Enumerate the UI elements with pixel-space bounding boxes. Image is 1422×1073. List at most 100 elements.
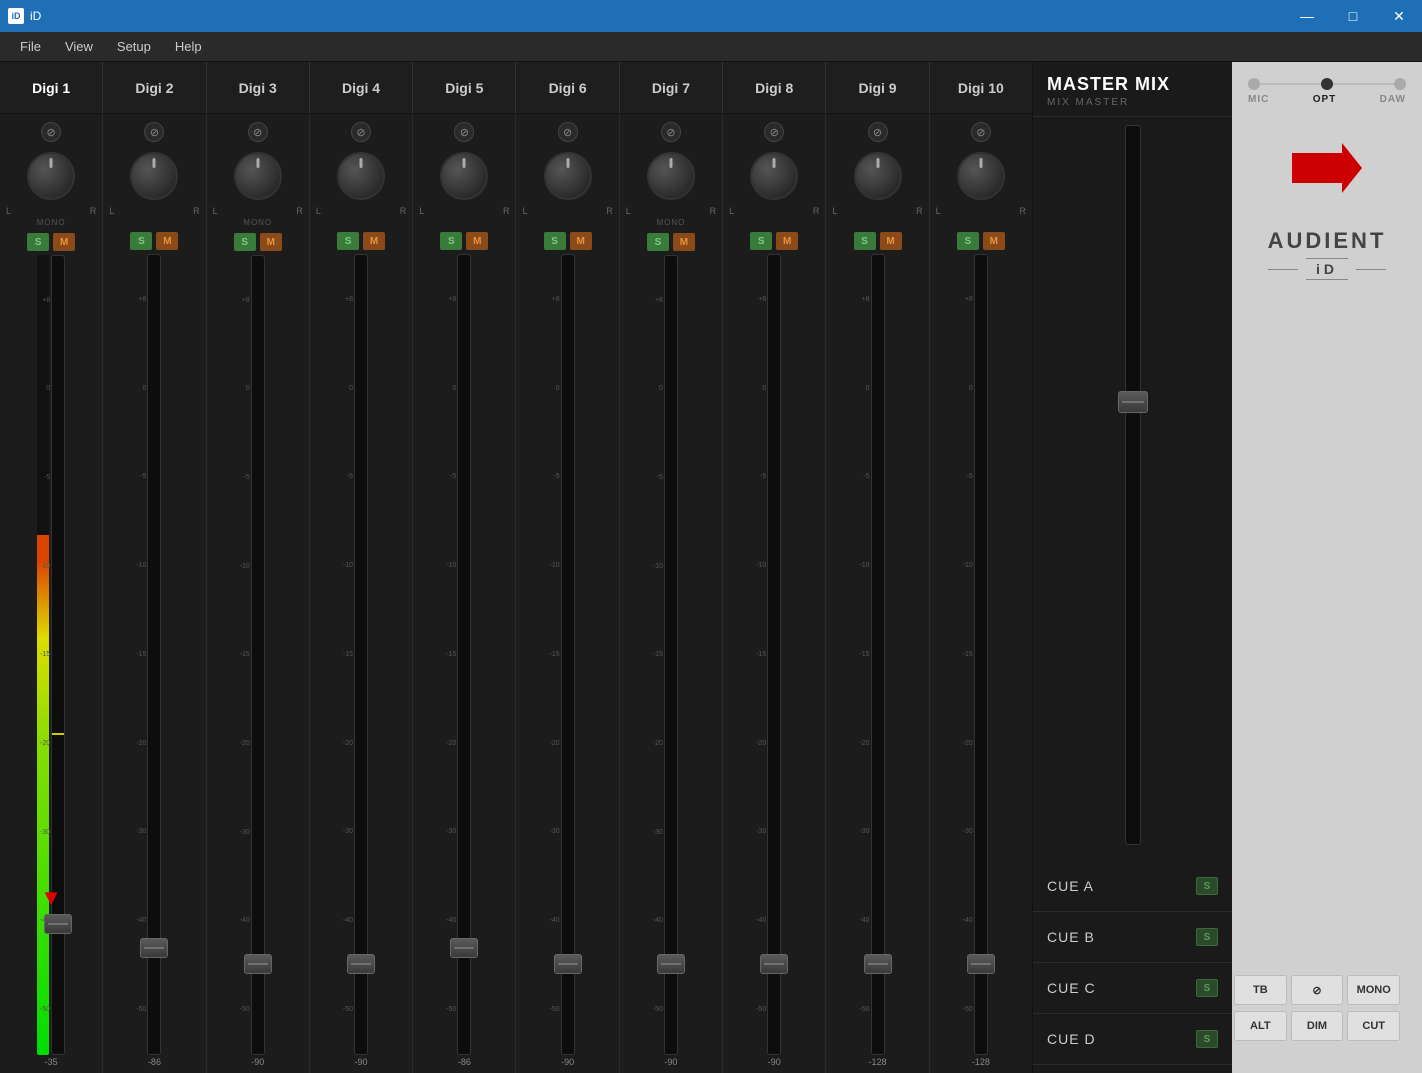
mute-btn-1[interactable]: M bbox=[53, 233, 75, 251]
scale-marks-5: +80-5-10-15-20-30-40-50 bbox=[442, 255, 456, 1054]
mode-label-daw[interactable]: DAW bbox=[1380, 94, 1406, 105]
cut-button[interactable]: CUT bbox=[1347, 1011, 1400, 1041]
solo-btn-7[interactable]: S bbox=[647, 233, 669, 251]
menu-setup[interactable]: Setup bbox=[105, 35, 163, 58]
fader-area-8: +80-5-10-15-20-30-40-50 bbox=[723, 254, 825, 1055]
master-fader-handle[interactable] bbox=[1118, 391, 1148, 413]
cue-s-btn-1[interactable]: S bbox=[1196, 877, 1218, 895]
solo-btn-2[interactable]: S bbox=[130, 232, 152, 250]
mute-btn-4[interactable]: M bbox=[363, 232, 385, 250]
cue-label-3: CUE C bbox=[1047, 980, 1096, 996]
mute-btn-7[interactable]: M bbox=[673, 233, 695, 251]
mono-label-3[interactable]: MONO bbox=[243, 218, 272, 227]
fader-handle-4[interactable] bbox=[347, 954, 375, 974]
knob-8[interactable] bbox=[750, 152, 798, 200]
mute-btn-2[interactable]: M bbox=[156, 232, 178, 250]
knob-5[interactable] bbox=[440, 152, 488, 200]
phase-btn-3[interactable]: ⊘ bbox=[248, 122, 268, 142]
scale-mark: +8 bbox=[36, 297, 50, 304]
solo-btn-6[interactable]: S bbox=[544, 232, 566, 250]
solo-btn-3[interactable]: S bbox=[234, 233, 256, 251]
handle-line bbox=[454, 948, 474, 949]
right-panel: MIC OPT DAW AUDIENT iD TB bbox=[1232, 62, 1422, 1073]
red-arrow-icon bbox=[1292, 143, 1362, 193]
mute-btn-5[interactable]: M bbox=[466, 232, 488, 250]
menu-view[interactable]: View bbox=[53, 35, 105, 58]
fader-handle-10[interactable] bbox=[967, 954, 995, 974]
fader-handle-3[interactable] bbox=[244, 954, 272, 974]
dim-button[interactable]: DIM bbox=[1291, 1011, 1344, 1041]
lr-l-4: L bbox=[316, 206, 321, 216]
knob-10[interactable] bbox=[957, 152, 1005, 200]
mode-circle-opt[interactable] bbox=[1321, 78, 1333, 90]
lr-labels-9: LR bbox=[826, 206, 928, 216]
mixer: Digi 1Digi 2Digi 3Digi 4Digi 5Digi 6Digi… bbox=[0, 62, 1032, 1073]
scale-mark: -5 bbox=[36, 474, 50, 481]
knob-4[interactable] bbox=[337, 152, 385, 200]
fader-handle-7[interactable] bbox=[657, 954, 685, 974]
phase-btn-1[interactable]: ⊘ bbox=[41, 122, 61, 142]
master-title: MASTER MIX bbox=[1047, 74, 1218, 95]
knob-1[interactable] bbox=[27, 152, 75, 200]
solo-btn-4[interactable]: S bbox=[337, 232, 359, 250]
tb-button[interactable]: TB bbox=[1234, 975, 1287, 1005]
fader-handle-6[interactable] bbox=[554, 954, 582, 974]
phase-btn-4[interactable]: ⊘ bbox=[351, 122, 371, 142]
fader-handle-5[interactable] bbox=[450, 938, 478, 958]
scale-mark: 0 bbox=[442, 385, 456, 392]
solo-btn-10[interactable]: S bbox=[957, 232, 979, 250]
mode-circle-mic[interactable] bbox=[1248, 78, 1260, 90]
scale-mark: -20 bbox=[442, 740, 456, 747]
mute-btn-8[interactable]: M bbox=[776, 232, 798, 250]
fader-handle-2[interactable] bbox=[140, 938, 168, 958]
phase-btn-5[interactable]: ⊘ bbox=[454, 122, 474, 142]
knob-3[interactable] bbox=[234, 152, 282, 200]
alt-button[interactable]: ALT bbox=[1234, 1011, 1287, 1041]
fader-handle-1[interactable] bbox=[44, 914, 72, 934]
phase-btn-8[interactable]: ⊘ bbox=[764, 122, 784, 142]
lr-r-1: R bbox=[90, 206, 97, 216]
scale-mark: 0 bbox=[546, 385, 560, 392]
master-fader-track bbox=[1125, 125, 1141, 845]
menu-file[interactable]: File bbox=[8, 35, 53, 58]
solo-btn-1[interactable]: S bbox=[27, 233, 49, 251]
fader-handle-8[interactable] bbox=[760, 954, 788, 974]
handle-line bbox=[661, 964, 681, 965]
knob-6[interactable] bbox=[544, 152, 592, 200]
cue-s-btn-4[interactable]: S bbox=[1196, 1030, 1218, 1048]
mute-btn-6[interactable]: M bbox=[570, 232, 592, 250]
scale-marks-6: +80-5-10-15-20-30-40-50 bbox=[546, 255, 560, 1054]
phase-btn-10[interactable]: ⊘ bbox=[971, 122, 991, 142]
maximize-button[interactable]: □ bbox=[1330, 0, 1376, 32]
knob-7[interactable] bbox=[647, 152, 695, 200]
mono-label-1[interactable]: MONO bbox=[37, 218, 66, 227]
fader-handle-9[interactable] bbox=[864, 954, 892, 974]
mute-btn-3[interactable]: M bbox=[260, 233, 282, 251]
knob-9[interactable] bbox=[854, 152, 902, 200]
knob-2[interactable] bbox=[130, 152, 178, 200]
phase-btn-7[interactable]: ⊘ bbox=[661, 122, 681, 142]
master-fader-area bbox=[1033, 117, 1232, 853]
mute-btn-9[interactable]: M bbox=[880, 232, 902, 250]
mode-circle-daw[interactable] bbox=[1394, 78, 1406, 90]
scale-mark: -10 bbox=[36, 563, 50, 570]
mono-label-7[interactable]: MONO bbox=[656, 218, 685, 227]
minimize-button[interactable]: — bbox=[1284, 0, 1330, 32]
close-button[interactable]: ✕ bbox=[1376, 0, 1422, 32]
phase-button[interactable]: ⊘ bbox=[1291, 975, 1344, 1005]
solo-btn-5[interactable]: S bbox=[440, 232, 462, 250]
mute-btn-10[interactable]: M bbox=[983, 232, 1005, 250]
solo-btn-9[interactable]: S bbox=[854, 232, 876, 250]
mode-label-opt[interactable]: OPT bbox=[1313, 94, 1337, 105]
scale-mark: -40 bbox=[132, 917, 146, 924]
menu-help[interactable]: Help bbox=[163, 35, 214, 58]
mono-button[interactable]: MONO bbox=[1347, 975, 1400, 1005]
mode-label-mic[interactable]: MIC bbox=[1248, 94, 1269, 105]
cue-s-btn-2[interactable]: S bbox=[1196, 928, 1218, 946]
phase-btn-2[interactable]: ⊘ bbox=[144, 122, 164, 142]
solo-btn-8[interactable]: S bbox=[750, 232, 772, 250]
cue-s-btn-3[interactable]: S bbox=[1196, 979, 1218, 997]
phase-btn-9[interactable]: ⊘ bbox=[868, 122, 888, 142]
scale-mark: -30 bbox=[236, 829, 250, 836]
phase-btn-6[interactable]: ⊘ bbox=[558, 122, 578, 142]
